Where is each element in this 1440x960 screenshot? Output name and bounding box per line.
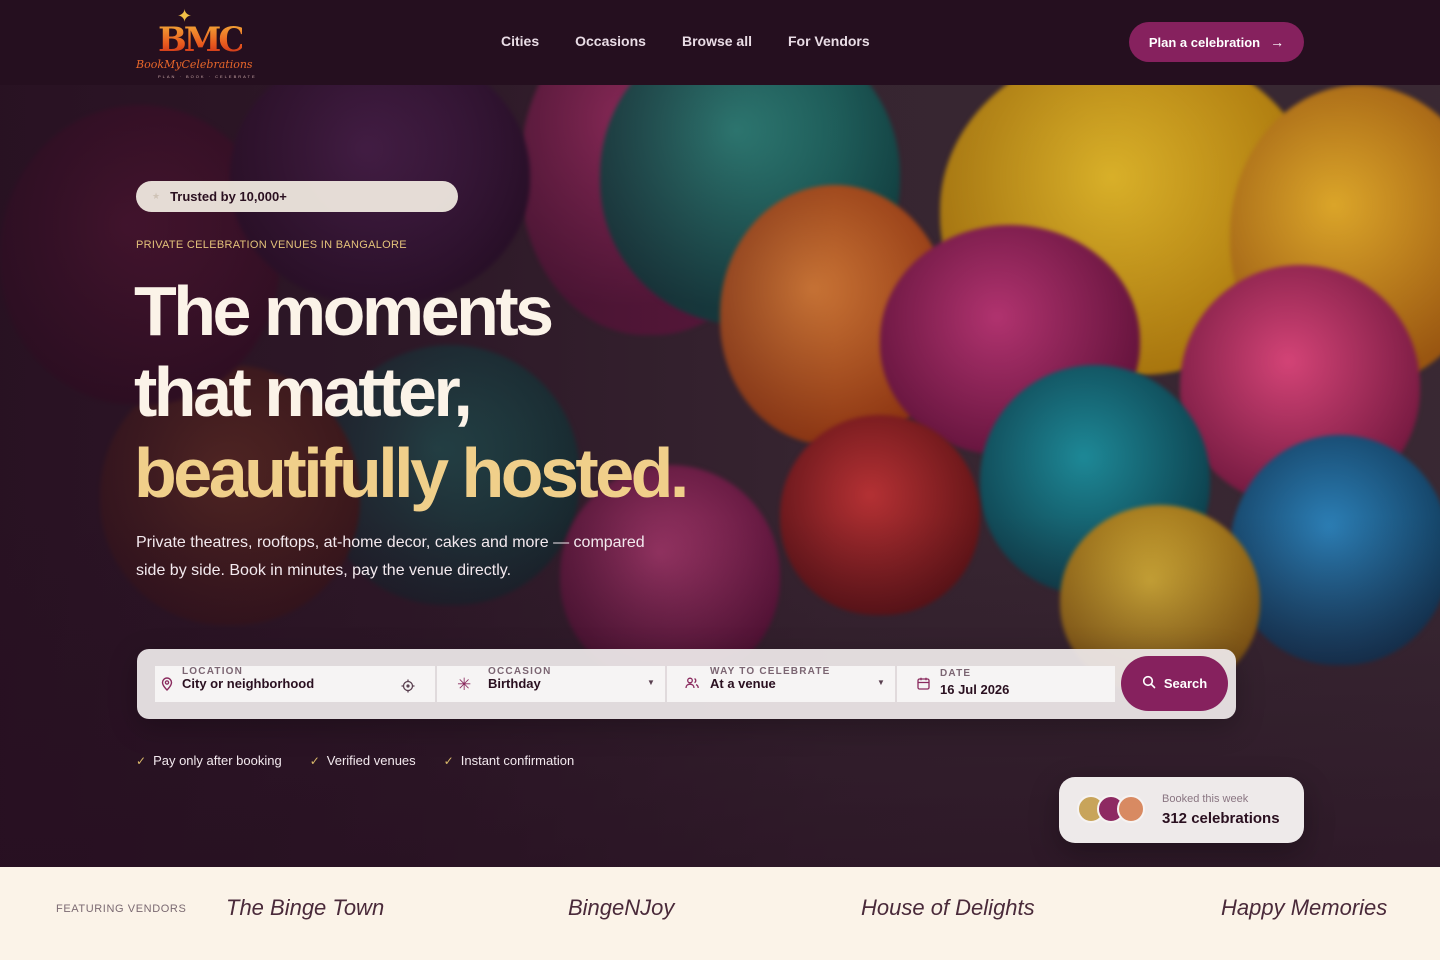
search-icon bbox=[1142, 675, 1156, 692]
nav-link-for-vendors[interactable]: For Vendors bbox=[788, 33, 870, 49]
featured-vendors-strip: FEATURING VENDORS The Binge Town BingeNJ… bbox=[0, 867, 1440, 960]
brand-logo[interactable]: ✦ BMC BookMyCelebrations PLAN · BOOK · C… bbox=[136, 6, 255, 79]
booked-count: 312 celebrations bbox=[1162, 810, 1280, 827]
headline-line-2: that matter, bbox=[134, 353, 473, 431]
perk-item: ✓ Verified venues bbox=[310, 753, 416, 768]
logo-tagline: PLAN · BOOK · CELEBRATE bbox=[158, 74, 257, 79]
booked-label: Booked this week bbox=[1162, 793, 1249, 805]
chevron-down-icon: ▼ bbox=[647, 678, 655, 687]
top-nav-bar: ✦ BMC BookMyCelebrations PLAN · BOOK · C… bbox=[0, 0, 1440, 85]
booked-this-week-card: Booked this week 312 celebrations bbox=[1059, 777, 1304, 843]
way-to-celebrate-select[interactable]: WAY TO CELEBRATE At a venue ▼ bbox=[667, 666, 895, 702]
plan-celebration-button[interactable]: Plan a celebration → bbox=[1129, 22, 1304, 62]
avatar bbox=[1117, 795, 1145, 823]
headline-line-1: The moments bbox=[134, 272, 554, 350]
check-icon: ✓ bbox=[136, 753, 147, 768]
hero-headline: The moments that matter, beautifully hos… bbox=[134, 271, 689, 514]
map-pin-icon bbox=[161, 677, 173, 694]
logo-wordmark: BookMyCelebrations bbox=[136, 58, 253, 71]
calendar-icon bbox=[917, 677, 930, 693]
way-to-celebrate-value: At a venue bbox=[710, 676, 776, 691]
search-button-label: Search bbox=[1163, 676, 1208, 691]
date-picker[interactable]: DATE 16 Jul 2026 bbox=[897, 666, 1115, 702]
logo-mark: BMC bbox=[158, 20, 245, 60]
plan-celebration-label: Plan a celebration bbox=[1148, 34, 1261, 50]
perk-label: Verified venues bbox=[326, 753, 416, 768]
vendor-logo-bingenjoy[interactable]: BingeNJoy bbox=[568, 895, 674, 921]
featured-vendors-label: FEATURING VENDORS bbox=[56, 903, 187, 915]
star-icon: ★ bbox=[152, 191, 161, 201]
vendor-logo-binge-town[interactable]: The Binge Town bbox=[226, 895, 384, 921]
hero-eyebrow: PRIVATE CELEBRATION VENUES IN BANGALORE bbox=[136, 239, 407, 251]
perks-list: ✓ Pay only after booking ✓ Verified venu… bbox=[136, 753, 574, 768]
occasion-select[interactable]: ✳ OCCASION Birthday ▼ bbox=[437, 666, 665, 702]
trust-badge-label: Trusted by 10,000+ bbox=[170, 189, 287, 204]
locate-icon[interactable] bbox=[401, 679, 415, 696]
location-field[interactable]: LOCATION City or neighborhood bbox=[155, 666, 435, 702]
check-icon: ✓ bbox=[443, 753, 454, 768]
nav-link-cities[interactable]: Cities bbox=[501, 33, 539, 49]
check-icon: ✓ bbox=[309, 753, 320, 768]
search-button[interactable]: Search bbox=[1121, 656, 1228, 711]
nav-link-browse-all[interactable]: Browse all bbox=[682, 33, 752, 49]
occasion-value: Birthday bbox=[488, 676, 541, 691]
main-nav: Cities Occasions Browse all For Vendors bbox=[501, 33, 870, 49]
date-value: 16 Jul 2026 bbox=[940, 682, 1010, 697]
perk-item: ✓ Instant confirmation bbox=[444, 753, 575, 768]
users-icon bbox=[685, 677, 699, 692]
headline-line-3: beautifully hosted. bbox=[134, 434, 689, 512]
perk-label: Pay only after booking bbox=[153, 753, 282, 768]
location-input[interactable]: City or neighborhood bbox=[182, 676, 314, 691]
nav-link-occasions[interactable]: Occasions bbox=[575, 33, 646, 49]
date-label: DATE bbox=[940, 668, 972, 679]
perk-item: ✓ Pay only after booking bbox=[136, 753, 282, 768]
perk-label: Instant confirmation bbox=[460, 753, 575, 768]
sparkle-icon: ✳ bbox=[457, 675, 472, 694]
venue-search-bar: LOCATION City or neighborhood ✳ OCCASION… bbox=[137, 649, 1236, 719]
vendor-logo-house-of-delights[interactable]: House of Delights bbox=[861, 895, 1035, 921]
arrow-right-icon: → bbox=[1270, 34, 1285, 50]
chevron-down-icon: ▼ bbox=[877, 678, 885, 687]
hero-section: ★ Trusted by 10,000+ PRIVATE CELEBRATION… bbox=[0, 85, 1440, 867]
vendor-logo-happy-memories[interactable]: Happy Memories bbox=[1221, 895, 1387, 921]
trust-badge: ★ Trusted by 10,000+ bbox=[136, 181, 458, 212]
hero-subtext: Private theatres, rooftops, at-home deco… bbox=[136, 534, 645, 579]
